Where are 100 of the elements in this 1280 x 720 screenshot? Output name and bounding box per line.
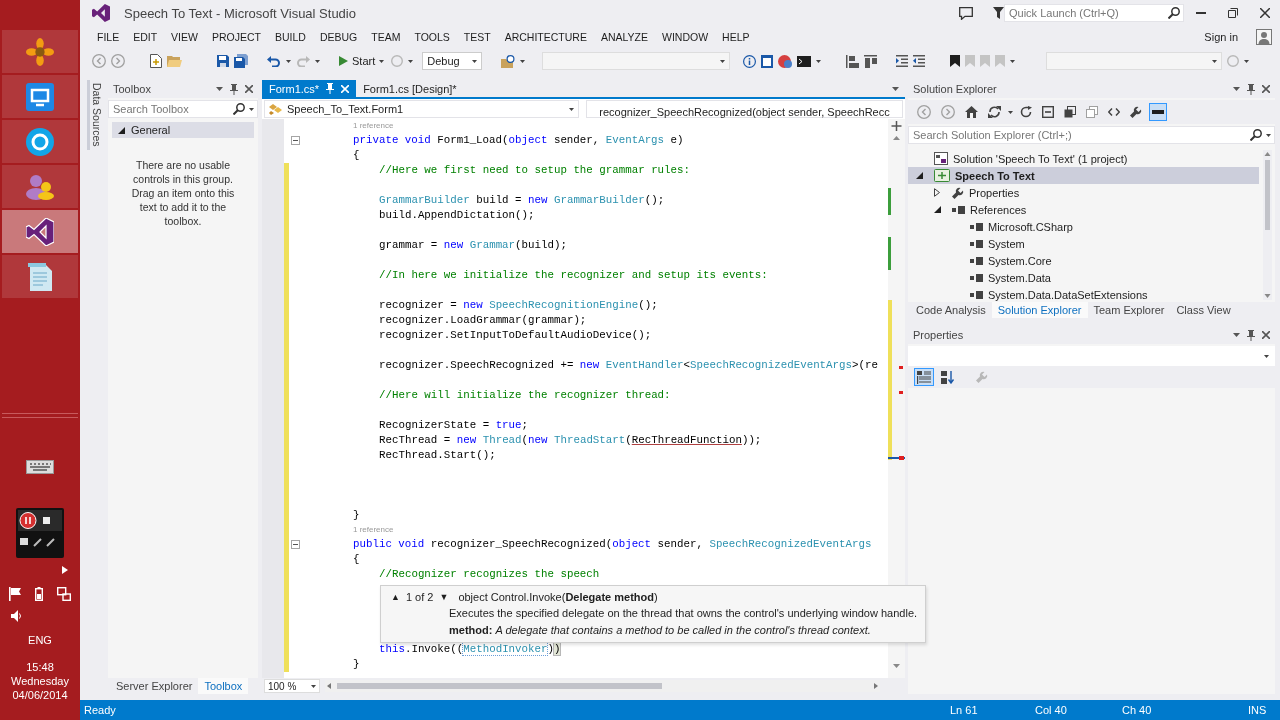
menu-item[interactable]: TEAM [364,31,408,43]
previous-overload-button[interactable]: ▲ [391,591,400,602]
collapse-icon[interactable] [291,540,300,549]
caret-icon[interactable] [286,59,291,63]
menu-item[interactable]: TEST [456,31,498,43]
console-icon[interactable] [797,55,812,67]
search-icon[interactable] [233,103,245,115]
zoom-dropdown[interactable]: 100 % [264,679,320,693]
caret-icon[interactable] [1008,110,1013,114]
menu-item[interactable]: BUILD [267,31,313,43]
menu-item[interactable]: HELP [715,31,757,43]
caret-icon[interactable] [249,107,254,111]
caret-icon[interactable] [816,59,822,63]
toolbar-button[interactable] [985,103,1004,121]
window-icon[interactable] [761,54,774,68]
new-file-icon[interactable] [150,54,162,68]
menu-item[interactable]: EDIT [126,31,165,43]
panel-tab[interactable]: Server Explorer [110,678,199,694]
next-overload-button[interactable]: ▼ [439,591,449,602]
toolbar-button[interactable] [914,368,934,386]
document-tab[interactable]: Form1.cs [Design]* [356,80,464,97]
triangle-icon[interactable] [62,566,68,574]
expanded-arrow-icon[interactable] [915,172,923,179]
search-icon[interactable] [1168,7,1180,19]
caret-icon[interactable] [892,86,899,91]
search-field[interactable]: Search Toolbox [108,100,258,118]
caret-icon[interactable] [1233,87,1240,91]
menu-item[interactable]: FILE [90,31,127,43]
menu-item[interactable]: DEBUG [312,31,365,43]
pin-icon[interactable] [1247,83,1255,95]
battery-icon[interactable] [35,587,43,601]
user-icon[interactable] [1256,29,1272,45]
tree-item[interactable]: Properties [908,184,1028,201]
taskbar-button[interactable] [2,120,78,163]
folder-magnifier-icon[interactable] [501,54,516,68]
panel-tab[interactable]: Team Explorer [1087,302,1171,318]
align-icon[interactable] [846,54,860,68]
keyboard-icon[interactable] [26,460,54,474]
group-header[interactable]: General [112,122,254,138]
tree-item[interactable]: Microsoft.CSharp [908,218,1081,235]
caret-icon[interactable] [520,59,526,63]
circles-icon[interactable] [778,54,793,68]
menu-item[interactable]: ARCHITECTURE [497,31,594,43]
caret-icon[interactable] [216,87,223,91]
tree-item[interactable]: Speech To Text [908,167,1259,184]
vertical-scrollbar[interactable] [1263,150,1272,300]
class-dropdown[interactable]: Speech_To_Text.Form1 [264,100,579,118]
pin-icon[interactable] [230,83,238,95]
collapse-icon[interactable] [291,136,300,145]
speaker-icon[interactable] [11,610,22,622]
indent-icon[interactable] [896,55,909,67]
menu-item[interactable]: VIEW [164,31,205,43]
quick-launch-field[interactable]: Quick Launch (Ctrl+Q) [1004,4,1184,22]
start-button[interactable]: Start [337,55,387,67]
document-tab[interactable]: Form1.cs* [262,80,357,97]
close-icon[interactable] [1262,331,1270,339]
info-icon[interactable] [743,54,757,68]
caret-icon[interactable] [315,59,320,63]
tree-item[interactable]: System [908,235,1033,252]
panel-tab[interactable]: Toolbox [198,678,249,694]
combo-field[interactable] [1046,52,1223,70]
horizontal-scrollbar[interactable] [325,680,880,692]
menu-item[interactable]: TOOLS [407,31,457,43]
save-icon[interactable] [217,55,229,67]
configuration-dropdown[interactable]: Debug [422,52,483,70]
tree-item[interactable]: System.Core [908,252,1060,269]
speech-bubble-icon[interactable] [959,6,973,20]
panel-tab[interactable]: Code Analysis [910,302,992,318]
save-all-icon[interactable] [234,54,248,68]
combo-field[interactable] [542,52,731,70]
caret-icon[interactable] [408,59,414,63]
expanded-arrow-icon[interactable] [118,126,125,134]
panel-tab[interactable]: Solution Explorer [991,302,1088,318]
taskbar-button[interactable] [2,75,78,118]
toolbar-button[interactable] [1039,103,1057,121]
caret-icon[interactable] [1233,333,1240,337]
outdent-icon[interactable] [913,55,926,67]
language-indicator[interactable]: ENG [28,633,52,647]
taskbar-button[interactable] [2,165,78,208]
tree-item[interactable]: System.Data.DataSetExtensions [908,286,1156,302]
menu-item[interactable]: ANALYZE [593,31,655,43]
close-icon[interactable] [245,85,253,93]
close-icon[interactable] [1262,85,1270,93]
recorder-controls-icon[interactable] [16,508,64,558]
menu-item[interactable]: WINDOW [655,31,716,43]
expanded-arrow-icon[interactable] [933,206,941,213]
menu-item[interactable]: PROJECT [204,31,268,43]
collapsed-arrow-icon[interactable] [934,188,940,197]
flag-icon[interactable] [9,587,21,601]
pin-icon[interactable] [1247,329,1255,341]
tree-item[interactable]: System.Data [908,269,1059,286]
member-dropdown[interactable]: recognizer_SpeechRecognized(object sender, SpeechRecc [586,100,903,118]
caret-icon[interactable] [1244,59,1250,63]
bookmark-icon[interactable] [950,55,961,67]
caret-icon[interactable] [1010,59,1016,63]
caret-icon[interactable] [1266,133,1271,137]
side-tab[interactable]: Data Sources [86,80,104,150]
pin-icon[interactable] [326,83,335,94]
taskbar-button[interactable] [2,255,78,298]
monitors-icon[interactable] [57,587,71,601]
